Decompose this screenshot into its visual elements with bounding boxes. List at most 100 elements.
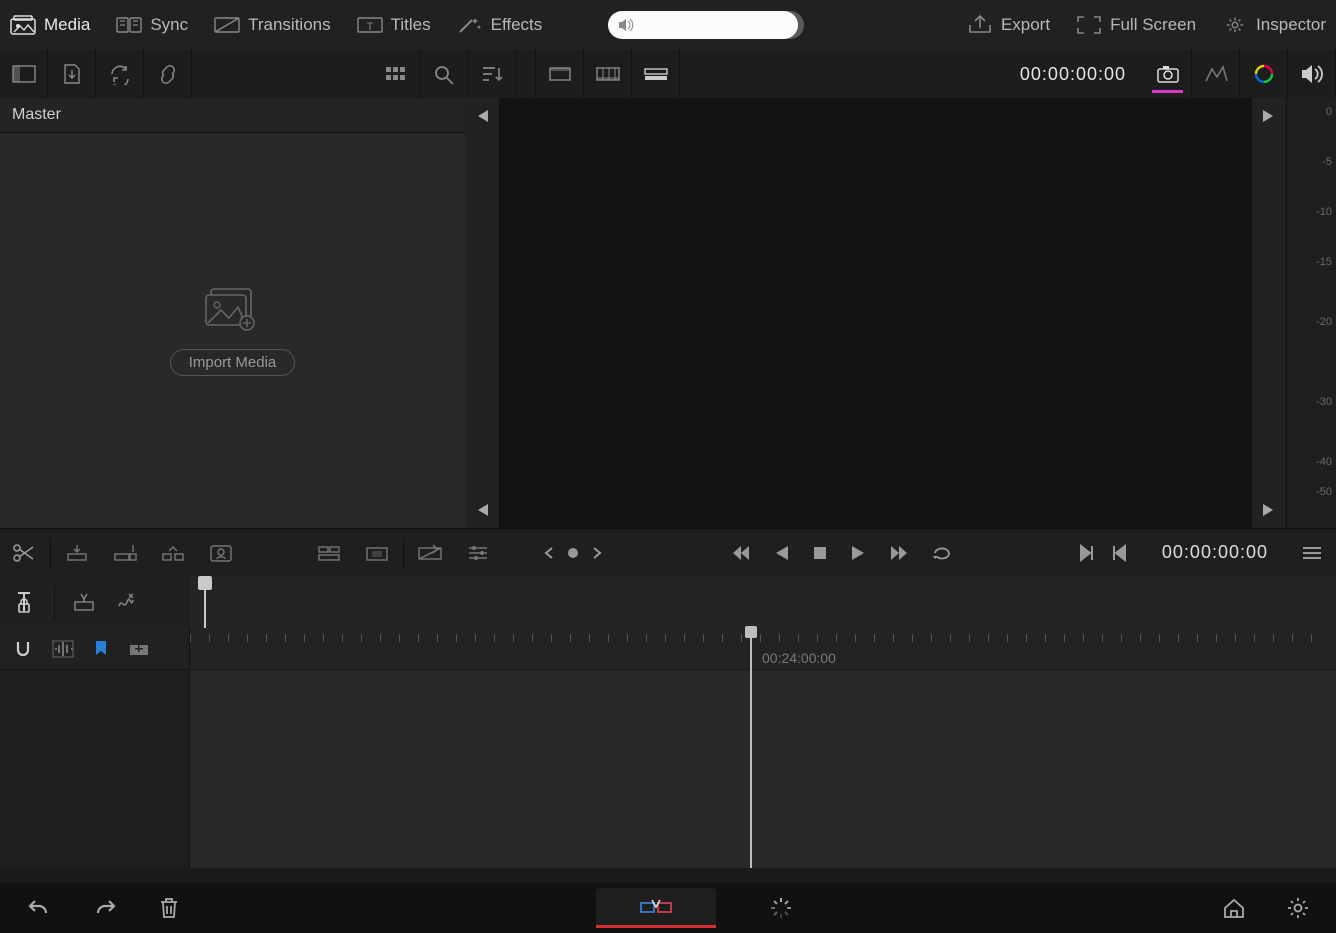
link-button[interactable] (144, 50, 192, 98)
append-button[interactable] (101, 529, 149, 577)
loop-button[interactable] (931, 544, 953, 562)
first-frame-bot-button[interactable] (474, 502, 490, 518)
inspector-icon (1222, 15, 1248, 35)
go-start-button[interactable] (729, 544, 753, 562)
redo-button[interactable] (92, 897, 118, 919)
home-button[interactable] (1222, 897, 1246, 919)
next-edit-button[interactable] (590, 546, 604, 560)
sliders-icon (465, 542, 491, 564)
next-clip-button[interactable] (1078, 544, 1096, 562)
menu-fullscreen-label: Full Screen (1110, 15, 1196, 35)
menu-export-label: Export (1001, 15, 1050, 35)
timeline-tracks[interactable]: 00:24:00:00 (190, 628, 1336, 868)
speaker-small-icon (618, 18, 634, 32)
close-up-button[interactable] (197, 529, 245, 577)
pane-layout-button[interactable] (0, 50, 48, 98)
audio-track-button[interactable] (113, 590, 139, 614)
effects-icon (457, 15, 483, 35)
media-pool-icon (10, 15, 36, 35)
svg-text:T: T (366, 21, 373, 33)
menu-fullscreen[interactable]: Full Screen (1076, 15, 1196, 35)
strip-view3-button[interactable] (632, 50, 680, 98)
menu-media-label: Media (44, 15, 90, 35)
stop-button[interactable] (811, 544, 829, 562)
volume-slider[interactable] (608, 11, 798, 39)
ripple-button[interactable] (149, 529, 197, 577)
camera-icon (1155, 63, 1181, 85)
viewer-canvas[interactable] (499, 98, 1252, 528)
play-reverse-button[interactable] (773, 544, 791, 562)
fullscreen-icon (1076, 15, 1102, 35)
scopes-button[interactable] (1192, 50, 1240, 98)
meter-label: 0 (1326, 106, 1332, 118)
place-top-button[interactable] (305, 529, 353, 577)
scissors-icon (11, 542, 37, 564)
safe-area-button[interactable] (1144, 50, 1192, 98)
loading-icon (768, 895, 794, 921)
undo-button[interactable] (26, 897, 52, 919)
menu-export[interactable]: Export (967, 15, 1050, 35)
import-media-button[interactable]: Import Media (170, 349, 296, 376)
mediapool-header[interactable]: Master (0, 98, 465, 133)
timeline-menu-button[interactable] (1288, 529, 1336, 577)
link-icon (155, 63, 181, 85)
menu-titles[interactable]: T Titles (357, 15, 431, 35)
mute-button[interactable] (1288, 50, 1336, 98)
meter-label: -15 (1316, 256, 1332, 268)
strip-view2-button[interactable] (584, 50, 632, 98)
thumbnail-view-button[interactable] (372, 50, 420, 98)
color-wheel-button[interactable] (1240, 50, 1288, 98)
transport-timecode[interactable]: 00:00:00:00 (1142, 542, 1288, 563)
menu-titles-label: Titles (391, 15, 431, 35)
play-button[interactable] (849, 544, 867, 562)
prev-clip-button[interactable] (1110, 544, 1128, 562)
menu-effects[interactable]: Effects (457, 15, 543, 35)
settings-button[interactable] (1286, 896, 1310, 920)
menu-sync-label: Sync (150, 15, 188, 35)
go-end-button[interactable] (887, 544, 911, 562)
cut-tool-button[interactable] (454, 529, 502, 577)
video-track-button[interactable] (71, 590, 97, 614)
transitions-icon (214, 15, 240, 35)
colorwheel-icon (1251, 63, 1277, 85)
dissolve-button[interactable] (406, 529, 454, 577)
export-icon (967, 15, 993, 35)
split-button[interactable] (0, 529, 48, 577)
edit-page-button[interactable] (756, 888, 806, 928)
delete-button[interactable] (158, 896, 180, 920)
add-track-button[interactable] (128, 640, 150, 658)
audio-scrub-button[interactable] (52, 639, 74, 659)
menu-inspector[interactable]: Inspector (1222, 15, 1326, 35)
snap-button[interactable] (12, 638, 34, 660)
timeline-playhead[interactable] (750, 628, 752, 868)
import-file-button[interactable] (48, 50, 96, 98)
menu-sync[interactable]: Sync (116, 15, 188, 35)
upper-playhead[interactable] (198, 576, 208, 628)
lock-track-button[interactable] (10, 588, 38, 616)
cut-page-button[interactable] (596, 888, 716, 928)
last-frame-bot-button[interactable] (1261, 502, 1277, 518)
search-button[interactable] (420, 50, 468, 98)
meter-label: -30 (1316, 396, 1332, 408)
marker-button[interactable] (92, 639, 110, 659)
hamburger-icon (1299, 542, 1325, 564)
srcoverwrite-icon (364, 542, 390, 564)
meter-label: -5 (1322, 156, 1332, 168)
current-marker (566, 546, 580, 560)
viewer-timecode[interactable]: 00:00:00:00 (1002, 64, 1144, 85)
source-overwrite-button[interactable] (353, 529, 401, 577)
timeline-ruler-upper[interactable] (190, 576, 1336, 628)
smart-insert-button[interactable] (53, 529, 101, 577)
menu-transitions[interactable]: Transitions (214, 15, 331, 35)
speaker-icon (1299, 63, 1325, 85)
sort-button[interactable] (468, 50, 516, 98)
cut-page-icon (638, 895, 674, 919)
prev-edit-button[interactable] (542, 546, 556, 560)
search-icon (431, 63, 457, 85)
menu-media[interactable]: Media (10, 15, 90, 35)
sync-clips-button[interactable] (96, 50, 144, 98)
last-frame-top-button[interactable] (1261, 108, 1277, 124)
first-frame-top-button[interactable] (474, 108, 490, 124)
sync-icon (116, 15, 142, 35)
strip-view1-button[interactable] (536, 50, 584, 98)
